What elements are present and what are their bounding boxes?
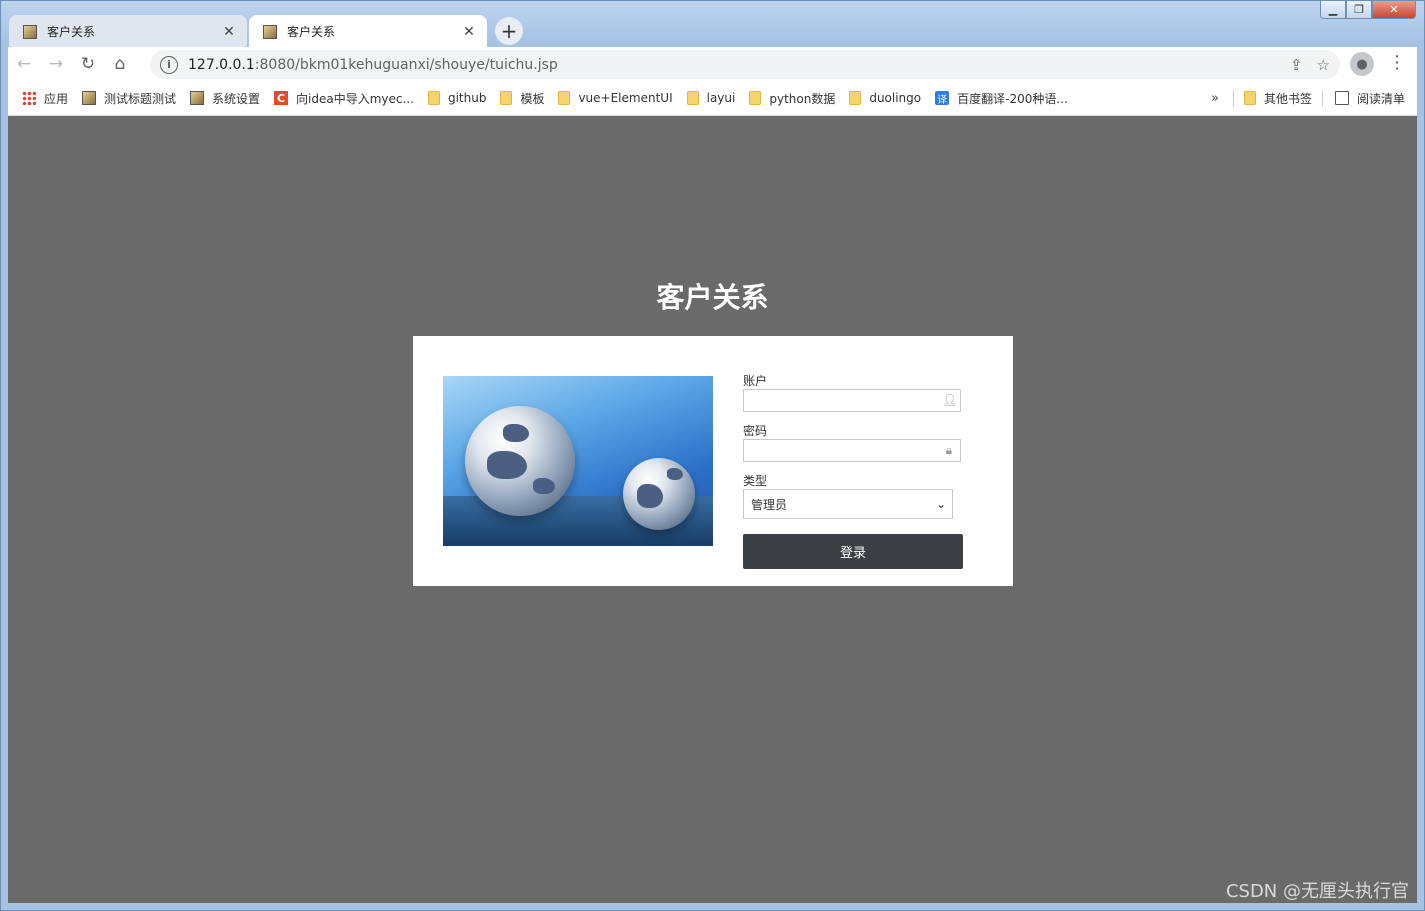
bookmark-folder[interactable]: github — [427, 91, 487, 105]
folder-icon — [500, 91, 513, 105]
window-controls: ▁ ❐ ✕ — [1320, 1, 1416, 19]
bookmark-label: python数据 — [769, 91, 836, 106]
page-favicon-icon — [82, 91, 97, 105]
bookmark-label: 百度翻译-200种语... — [957, 91, 1068, 106]
bookmark-other[interactable]: 其他书签 — [1243, 90, 1312, 107]
continent — [503, 424, 529, 442]
bookmark-item[interactable]: 译百度翻译-200种语... — [935, 90, 1068, 107]
continent — [637, 484, 663, 508]
back-button[interactable]: ← — [8, 48, 40, 80]
bookmark-folder[interactable]: python数据 — [749, 90, 835, 107]
bookmark-label: 模板 — [520, 91, 545, 106]
bookmark-item[interactable]: 系统设置 — [190, 90, 260, 107]
profile-avatar-icon[interactable]: ● — [1350, 52, 1374, 76]
tab-close-icon[interactable]: ✕ — [461, 24, 477, 40]
address-bar[interactable]: i 127.0.0.1:8080/bkm01kehuguanxi/shouye/… — [150, 50, 1340, 79]
bookmark-star-icon[interactable]: ☆ — [1317, 56, 1330, 74]
chevron-down-icon: ⌄ — [935, 497, 946, 511]
forward-button[interactable]: → — [40, 48, 72, 80]
bookmark-label: layui — [706, 91, 736, 105]
type-label: 类型 — [743, 474, 768, 488]
bookmark-label: 系统设置 — [212, 91, 261, 106]
tab-2[interactable]: 客户关系 ✕ — [249, 15, 487, 48]
maximize-button[interactable]: ❐ — [1346, 1, 1372, 19]
continent — [533, 478, 555, 494]
bookmark-label: 向idea中导入myec... — [296, 91, 414, 106]
reading-list[interactable]: 阅读清单 — [1334, 90, 1405, 107]
bookmark-label: github — [447, 91, 487, 105]
account-input[interactable]: 👤︎ — [743, 389, 961, 412]
watermark: CSDN @无厘头执行官 — [1225, 881, 1409, 902]
bookmark-label: 阅读清单 — [1356, 91, 1405, 106]
continent — [487, 451, 527, 479]
site-info-icon[interactable]: i — [160, 55, 178, 74]
user-icon: 👤︎ — [942, 393, 958, 407]
bookmarks-bar: 应用 测试标题测试 系统设置 C 向idea中导入myec... github 模… — [8, 81, 1417, 116]
tab-title: 客户关系 — [287, 25, 336, 39]
url-host: 127.0.0.1 — [188, 56, 255, 73]
folder-icon — [686, 91, 699, 105]
login-card: 账户 👤︎ 密码 🔒︎ 类型 管理员 ⌄ 登录 — [413, 336, 1013, 586]
bookmark-label: 应用 — [44, 91, 69, 106]
bookmark-folder[interactable]: duolingo — [849, 91, 921, 105]
folder-icon — [1243, 91, 1256, 105]
login-button[interactable]: 登录 — [743, 534, 963, 569]
tab-close-icon[interactable]: ✕ — [221, 24, 237, 40]
folder-icon — [749, 91, 762, 105]
bookmark-item[interactable]: 测试标题测试 — [82, 90, 176, 107]
tab-title: 客户关系 — [47, 25, 96, 39]
bookmark-label: vue+ElementUI — [578, 91, 673, 105]
home-button[interactable]: ⌂ — [104, 48, 136, 80]
bookmarks-divider — [1232, 90, 1234, 106]
type-select[interactable]: 管理员 ⌄ — [743, 489, 953, 519]
page-favicon-icon — [263, 24, 277, 39]
small-globe — [623, 458, 695, 530]
tab-1[interactable]: 客户关系 ✕ — [9, 15, 247, 48]
password-input[interactable]: 🔒︎ — [743, 439, 961, 462]
hero-globe-image — [443, 376, 713, 546]
apps-grid-icon — [22, 91, 36, 105]
url-path: :8080/bkm01kehuguanxi/shouye/tuichu.jsp — [254, 56, 558, 73]
bookmark-label: 其他书签 — [1263, 91, 1312, 106]
bookmark-label: duolingo — [869, 91, 922, 105]
close-window-button[interactable]: ✕ — [1372, 1, 1416, 19]
password-label: 密码 — [743, 424, 768, 438]
reading-list-icon — [1334, 91, 1349, 105]
minimize-button[interactable]: ▁ — [1320, 1, 1346, 19]
reload-button[interactable]: ↻ — [72, 48, 104, 80]
lock-icon: 🔒︎ — [945, 443, 953, 457]
account-label: 账户 — [743, 374, 768, 388]
page-title: 客户关系 — [656, 281, 769, 314]
address-bar-actions: ⇪ ☆ — [1290, 56, 1330, 74]
bookmark-folder[interactable]: 模板 — [500, 90, 544, 107]
bookmark-folder[interactable]: layui — [686, 91, 736, 105]
folder-icon — [558, 91, 571, 105]
login-form: 账户 👤︎ 密码 🔒︎ 类型 管理员 ⌄ 登录 — [743, 374, 983, 569]
browser-toolbar: ← → ↻ ⌂ i 127.0.0.1:8080/bkm01kehuguanxi… — [8, 47, 1417, 81]
folder-icon — [427, 91, 440, 105]
bookmark-label: 测试标题测试 — [104, 91, 177, 106]
bookmarks-divider — [1321, 90, 1323, 106]
page-content: 客户关系 账户 👤︎ 密码 🔒︎ 类型 管理员 ⌄ 登录 — [8, 116, 1417, 903]
type-selected-value: 管理员 — [751, 497, 788, 512]
page-favicon-icon — [23, 24, 37, 39]
csdn-c-icon: C — [274, 91, 289, 105]
bookmark-folder[interactable]: vue+ElementUI — [558, 91, 673, 105]
page-favicon-icon — [190, 91, 205, 105]
tab-strip: 客户关系 ✕ 客户关系 ✕ + — [9, 14, 523, 48]
continent — [667, 468, 683, 480]
bookmark-item[interactable]: C 向idea中导入myec... — [274, 90, 414, 107]
large-globe — [465, 406, 575, 516]
more-bookmarks-icon[interactable]: » — [1211, 91, 1219, 106]
translate-icon: 译 — [935, 91, 950, 106]
browser-menu-icon[interactable]: ⋮ — [1388, 52, 1406, 76]
share-icon[interactable]: ⇪ — [1290, 56, 1303, 74]
bookmark-apps[interactable]: 应用 — [22, 90, 68, 107]
new-tab-button[interactable]: + — [495, 17, 523, 45]
folder-icon — [849, 91, 862, 105]
